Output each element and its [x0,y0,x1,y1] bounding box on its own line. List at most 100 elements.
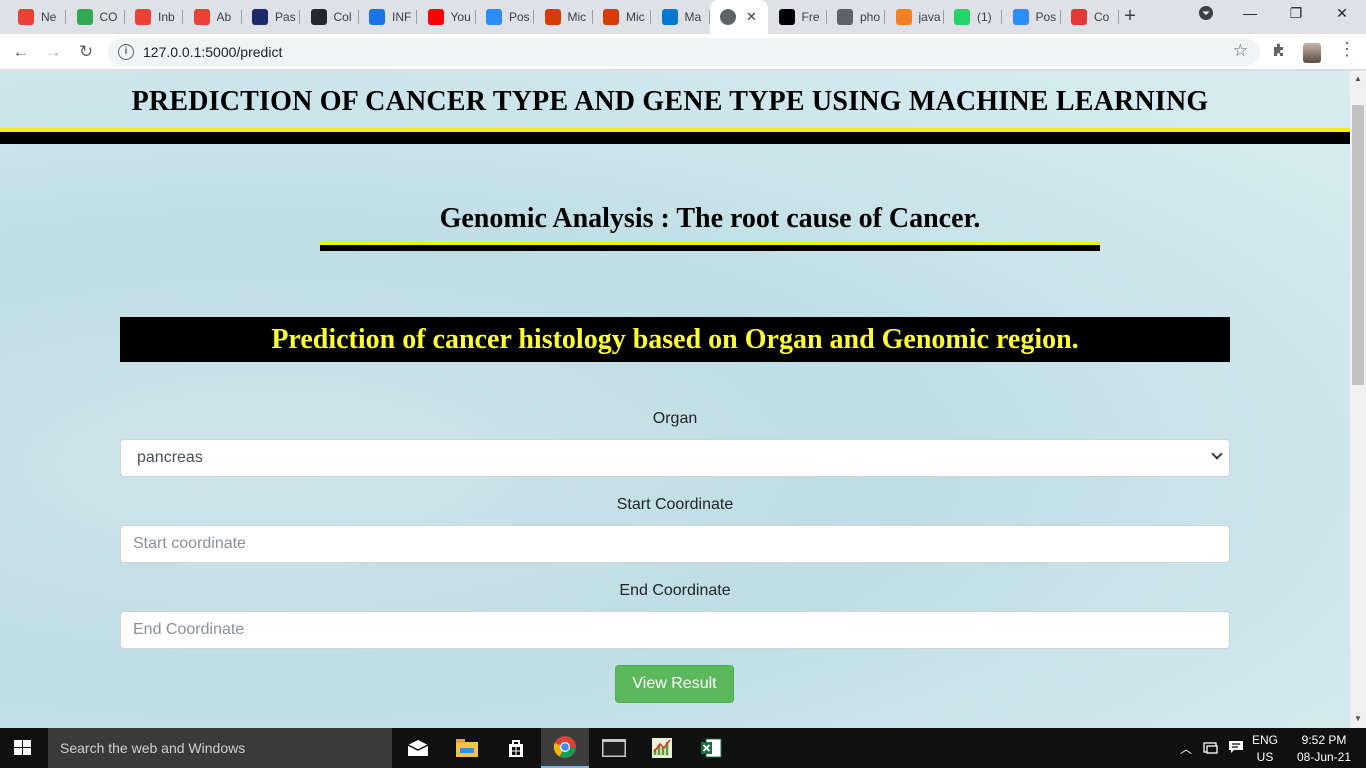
gmail-icon [193,9,210,25]
close-tab-icon[interactable]: ✕ [746,9,757,25]
browser-toolbar: ← → ↻ i 127.0.0.1:5000/predict ☆ ⋮ [0,34,1366,70]
profile-avatar[interactable] [1303,43,1321,63]
notification-icon[interactable] [1228,739,1244,768]
page-viewport: PREDICTION OF CANCER TYPE AND GENE TYPE … [0,71,1350,728]
file-explorer-icon[interactable] [443,728,491,768]
browser-tab[interactable]: CO [67,4,125,30]
scrollbar-thumb[interactable] [1352,105,1364,385]
page-icon [252,9,268,25]
tray-expand-icon[interactable]: ︿ [1180,740,1192,768]
browser-tab[interactable]: Fre [769,4,827,30]
browser-tab[interactable]: pho [827,4,885,30]
browser-tab[interactable]: INF [359,4,417,30]
chrome-icon[interactable] [541,728,589,768]
office-icon [603,9,619,25]
taskbar: Search the web and Windows ︿ ENG US 9:52… [0,728,1366,768]
end-coordinate-label: End Coordinate [619,582,731,599]
organ-select-value: pancreas [137,449,203,466]
windows-start-icon[interactable] [14,740,32,756]
bookmark-star-icon[interactable]: ☆ [1233,41,1248,61]
contacts-icon [369,9,385,25]
zoom-icon [486,9,502,25]
reload-icon[interactable]: ↻ [75,41,97,63]
close-window-button[interactable]: ✕ [1332,5,1352,22]
scroll-down-icon[interactable]: ▼ [1350,714,1366,723]
browser-tab[interactable]: Pos [1003,4,1061,30]
tab-strip: + — ❐ ✕ Ne CO Inb Ab Pas Col INF You Pos Mic Mic Ma… [0,0,1366,34]
forward-icon[interactable]: → [42,41,64,63]
site-icon [778,9,795,25]
language-indicator[interactable]: ENG US [1252,733,1278,768]
restore-button[interactable]: ❐ [1286,5,1306,22]
heading-underline [320,242,1100,251]
outlook-icon [661,9,678,25]
site-info-icon[interactable]: i [118,44,134,60]
browser-tab[interactable]: (1) [944,4,1002,30]
tab-search-icon[interactable] [1196,5,1216,24]
gmail-icon [18,9,34,25]
site-icon [1071,9,1087,25]
tab-title: You [450,10,471,24]
end-coordinate-input[interactable] [120,611,1230,649]
excel-icon[interactable] [687,728,735,768]
tab-title: (1) [977,10,992,24]
start-coordinate-input[interactable] [120,525,1230,563]
browser-tab[interactable]: Inb [125,4,183,30]
tab-title: Co [1094,10,1110,24]
spreadsheet-app-icon[interactable] [638,728,686,768]
taskbar-search-placeholder: Search the web and Windows [60,740,246,756]
browser-tab[interactable]: Ma [652,4,710,30]
clock-date: 08-Jun-21 [1296,750,1352,764]
tab-title: pho [860,10,881,24]
browser-tab[interactable]: Ab [184,4,242,30]
browser-tab[interactable]: ✕ [710,0,768,34]
tab-title: Mic [567,10,587,24]
tab-title: Fre [801,10,820,24]
section-heading: Genomic Analysis : The root cause of Can… [439,203,981,234]
tab-separator [1118,10,1119,24]
stackoverflow-icon [895,9,912,25]
browser-tab[interactable]: Co [1061,4,1119,30]
browser-tab[interactable]: You [418,4,476,30]
organ-select[interactable]: pancreas [120,439,1230,477]
form-banner-text: Prediction of cancer histology based on … [271,324,1079,355]
region-text: US [1256,750,1274,764]
browser-tab[interactable]: Col [301,4,359,30]
browser-tab[interactable]: java [886,4,944,30]
taskbar-search[interactable]: Search the web and Windows [48,728,392,768]
form-banner: Prediction of cancer histology based on … [120,317,1230,362]
drive-icon [76,9,93,25]
globe-icon [837,9,853,25]
new-tab-button[interactable]: + [1120,6,1140,26]
scroll-up-icon[interactable]: ▲ [1350,74,1366,83]
chevron-down-icon [1211,448,1223,460]
minimize-button[interactable]: — [1240,5,1260,21]
browser-tab[interactable]: Pos [476,4,534,30]
tab-title: Ma [684,10,702,24]
browser-tab[interactable]: Mic [593,4,651,30]
browser-tab[interactable]: Ne [8,4,66,30]
back-icon[interactable]: ← [10,41,32,63]
zoom-icon [1012,9,1029,25]
address-bar[interactable]: i 127.0.0.1:5000/predict ☆ [108,38,1260,66]
terminal-icon[interactable] [590,728,638,768]
clock[interactable]: 9:52 PM 08-Jun-21 [1294,733,1354,768]
network-icon[interactable] [1203,740,1219,768]
browser-tab[interactable]: Mic [535,4,593,30]
page-scrollbar[interactable]: ▲ ▼ [1350,71,1366,728]
tab-title: Mic [626,10,645,24]
store-icon[interactable] [492,728,540,768]
tab-title: Pos [509,10,530,24]
tab-title: Pos [1035,10,1057,24]
menu-kebab-icon[interactable]: ⋮ [1338,39,1356,60]
extensions-icon[interactable] [1271,42,1287,63]
tab-title: java [918,10,941,24]
task-view-icon[interactable] [394,728,442,768]
view-result-button[interactable]: View Result [615,665,734,703]
tab-title: INF [392,10,412,24]
url-text[interactable]: 127.0.0.1:5000/predict [143,44,282,60]
browser-tab[interactable]: Pas [242,4,300,30]
clock-time: 9:52 PM [1301,733,1347,747]
start-coordinate-label: Start Coordinate [616,496,734,513]
youtube-icon [427,9,444,25]
